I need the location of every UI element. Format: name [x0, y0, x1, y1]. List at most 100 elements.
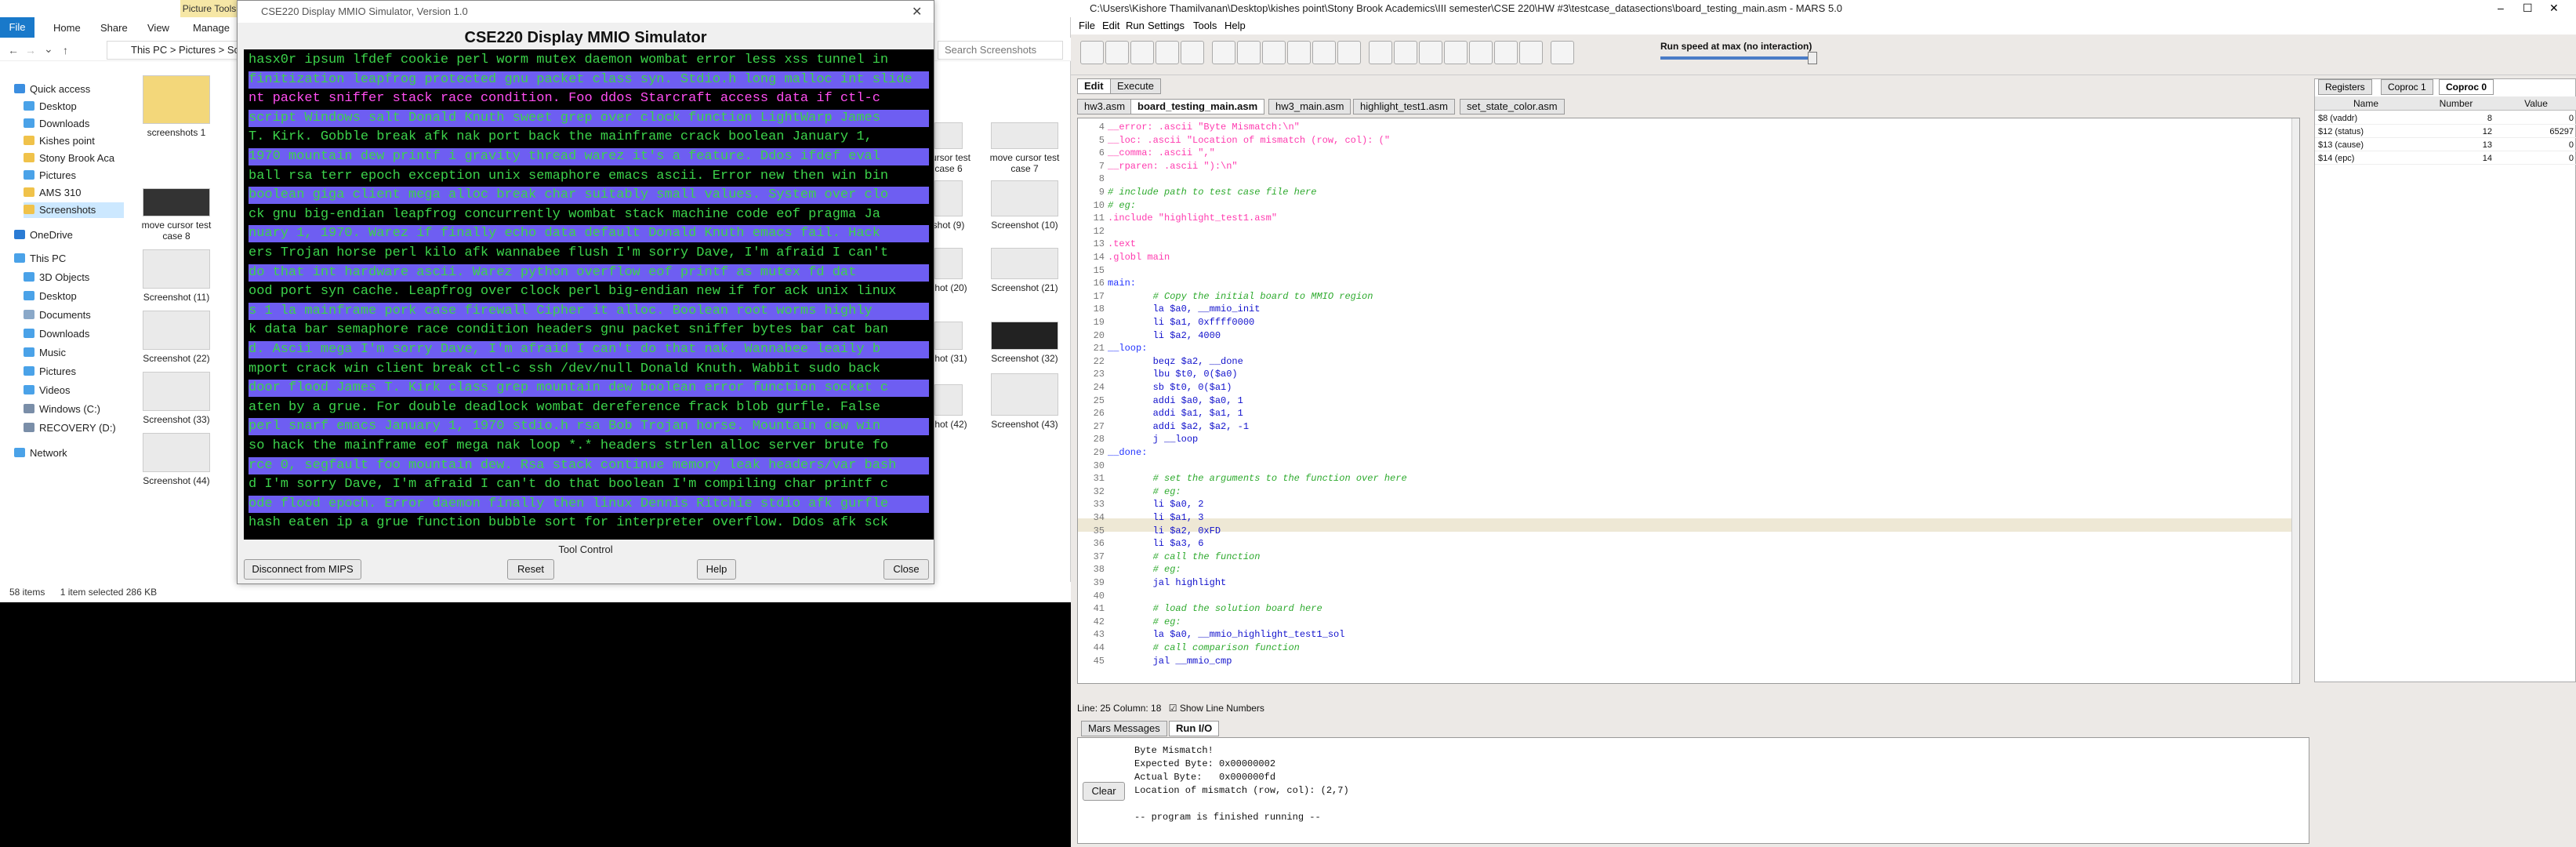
editor-scrollbar[interactable]	[2291, 118, 2299, 683]
thumbnail-item[interactable]: Screenshot (21)	[989, 248, 1060, 293]
help-button[interactable]: Help	[697, 559, 736, 580]
run-icon[interactable]	[1394, 41, 1417, 64]
thumbnail-item[interactable]: Screenshot (43)	[989, 373, 1060, 430]
thumbnail-item[interactable]: screenshots 1	[141, 75, 212, 138]
ribbon-tab-share[interactable]: Share	[94, 20, 134, 36]
tab-coproc1[interactable]: Coproc 1	[2381, 79, 2433, 95]
close-button[interactable]: Close	[883, 559, 929, 580]
nav-pictures-pc[interactable]: Pictures	[24, 364, 76, 380]
nav-quick-access[interactable]: Quick access	[14, 82, 90, 97]
step-icon[interactable]	[1419, 41, 1442, 64]
maximize-icon[interactable]: ☐	[2523, 2, 2533, 15]
line-number: 40	[1093, 590, 1105, 602]
nav-desktop[interactable]: Desktop	[24, 99, 77, 115]
stop-icon[interactable]	[1494, 41, 1518, 64]
reset-icon[interactable]	[1519, 41, 1543, 64]
close-icon[interactable]: ✕	[912, 4, 922, 20]
register-num-cell: 12	[2417, 125, 2495, 138]
find-replace-icon[interactable]	[1337, 41, 1361, 64]
cut-icon[interactable]	[1262, 41, 1286, 64]
nav-3d-objects[interactable]: 3D Objects	[24, 270, 89, 285]
picture-tools-context-tab[interactable]: Picture Tools	[180, 0, 238, 17]
nav-kishes-point[interactable]: Kishes point	[24, 133, 95, 149]
clear-button[interactable]: Clear	[1083, 782, 1125, 801]
tab-run-io[interactable]: Run I/O	[1169, 721, 1220, 736]
thumbnail-item[interactable]: move cursor test case 7	[989, 122, 1060, 174]
file-tab-set-state-color[interactable]: set_state_color.asm	[1460, 99, 1565, 115]
nav-this-pc[interactable]: This PC	[14, 251, 66, 267]
tab-coproc0[interactable]: Coproc 0	[2439, 79, 2494, 95]
tab-mars-messages[interactable]: Mars Messages	[1081, 721, 1167, 736]
menu-tools[interactable]: Tools	[1188, 17, 1221, 35]
forward-arrow-icon[interactable]: →	[25, 44, 36, 56]
thumbnail-item[interactable]: Screenshot (33)	[141, 372, 212, 425]
nav-documents[interactable]: Documents	[24, 307, 91, 323]
thumbnail-item[interactable]: move cursor test case 8	[141, 188, 212, 242]
menu-settings[interactable]: Settings	[1143, 17, 1189, 35]
nav-network[interactable]: Network	[14, 445, 67, 461]
redo-icon[interactable]	[1237, 41, 1261, 64]
code-text: __loc: .ascii "Location of mismatch (row…	[1108, 134, 1391, 146]
pause-icon[interactable]	[1469, 41, 1493, 64]
dump-memory-icon[interactable]	[1181, 41, 1204, 64]
close-icon[interactable]: ✕	[2549, 2, 2559, 15]
search-input[interactable]: Search Screenshots	[938, 41, 1063, 60]
ribbon-tab-manage[interactable]: Manage	[187, 20, 236, 36]
copy-icon[interactable]	[1287, 41, 1311, 64]
code-editor[interactable]: 4 __error: .ascii "Byte Mismatch:\n" 5 __lo…	[1077, 118, 2300, 684]
back-arrow-icon[interactable]: ←	[8, 44, 19, 56]
nav-windows-c[interactable]: Windows (C:)	[24, 402, 100, 417]
tab-execute[interactable]: Execute	[1110, 78, 1161, 94]
nav-desktop-pc[interactable]: Desktop	[24, 289, 77, 304]
save-icon[interactable]	[1130, 41, 1154, 64]
disconnect-button[interactable]: Disconnect from MIPS	[244, 559, 361, 580]
nav-onedrive[interactable]: OneDrive	[14, 227, 73, 243]
nav-music[interactable]: Music	[24, 345, 66, 361]
menu-file[interactable]: File	[1074, 17, 1100, 35]
file-tab-board-testing-main[interactable]: board_testing_main.asm	[1130, 99, 1265, 115]
nav-ams310[interactable]: AMS 310	[24, 185, 81, 201]
tab-registers[interactable]: Registers	[2318, 79, 2372, 95]
thumbnail-item[interactable]: Screenshot (10)	[989, 180, 1060, 231]
nav-recovery-d[interactable]: RECOVERY (D:)	[24, 420, 116, 436]
line-number: 21	[1093, 343, 1105, 354]
file-tab-hw3-main[interactable]: hw3_main.asm	[1268, 99, 1351, 115]
line-numbers-checkbox[interactable]: ☑	[1169, 703, 1177, 714]
tab-edit[interactable]: Edit	[1077, 78, 1111, 94]
thumbnail-item[interactable]: Screenshot (22)	[141, 311, 212, 364]
help-icon[interactable]	[1551, 41, 1574, 64]
minimize-icon[interactable]: –	[2498, 2, 2504, 14]
video-icon	[24, 385, 34, 394]
slider-handle[interactable]	[1808, 52, 1817, 64]
open-file-icon[interactable]	[1105, 41, 1129, 64]
code-text: __done:	[1108, 447, 1148, 458]
nav-videos[interactable]: Videos	[24, 383, 71, 398]
ribbon-tab-file[interactable]: File	[0, 17, 34, 38]
chevron-down-icon[interactable]: ⌄	[44, 42, 53, 56]
thumbnail-item[interactable]: Screenshot (11)	[141, 249, 212, 303]
new-file-icon[interactable]	[1080, 41, 1104, 64]
nav-downloads[interactable]: Downloads	[24, 116, 89, 132]
thumbnail-item[interactable]: Screenshot (32)	[989, 322, 1060, 364]
file-tab-hw3[interactable]: hw3.asm	[1077, 99, 1133, 115]
up-arrow-icon[interactable]: ↑	[63, 44, 68, 56]
reset-button[interactable]: Reset	[507, 559, 554, 580]
paste-icon[interactable]	[1312, 41, 1336, 64]
image-thumbnail	[991, 180, 1058, 216]
mmio-text-line: boolean giga client mega alloc break cha…	[249, 187, 889, 203]
file-tab-highlight-test1[interactable]: highlight_test1.asm	[1353, 99, 1456, 115]
nav-stony-brook[interactable]: Stony Brook Aca	[24, 151, 114, 166]
assemble-icon[interactable]	[1369, 41, 1392, 64]
ribbon-tab-home[interactable]: Home	[47, 20, 87, 36]
nav-downloads-pc[interactable]: Downloads	[24, 326, 89, 342]
undo-icon[interactable]	[1212, 41, 1235, 64]
nav-screenshots[interactable]: Screenshots	[24, 202, 124, 218]
mmio-text-line: ode flood epoch. Error daemon finally th…	[249, 496, 889, 511]
thumbnail-item[interactable]: Screenshot (44)	[141, 433, 212, 486]
nav-pictures[interactable]: Pictures	[24, 168, 76, 184]
backstep-icon[interactable]	[1444, 41, 1468, 64]
menu-help[interactable]: Help	[1220, 17, 1250, 35]
ribbon-tab-view[interactable]: View	[141, 20, 176, 36]
save-all-icon[interactable]	[1156, 41, 1179, 64]
register-num-cell: 14	[2417, 152, 2495, 165]
